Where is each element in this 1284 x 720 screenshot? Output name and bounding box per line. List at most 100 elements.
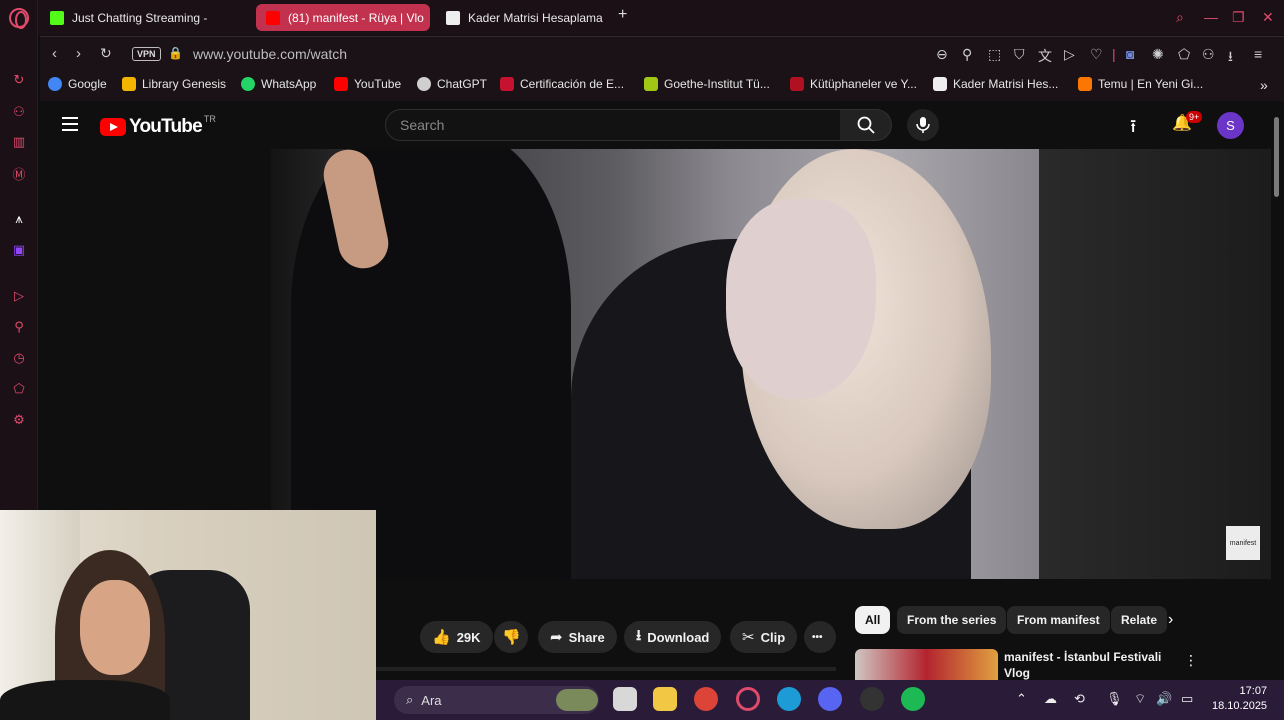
discord-ext-icon[interactable]: ◙ [1126,46,1134,62]
bookmark-kutuphaneler[interactable]: Kütüphaneler ve Y... [790,77,917,91]
player-icon[interactable]: ▷ [11,288,27,304]
file-explorer-icon[interactable] [653,687,677,711]
pin-page-icon[interactable]: ⚲ [962,46,972,63]
bookmark-goethe[interactable]: Goethe-Institut Tü... [644,77,770,91]
aria-icon[interactable]: ↻ [11,72,27,88]
voice-search-button[interactable] [907,109,939,141]
tulip-icon [790,77,804,91]
goethe-icon [644,77,658,91]
bookmark-whatsapp[interactable]: WhatsApp [241,77,316,91]
messenger-icon[interactable]: Ⓜ [11,165,27,182]
history-icon[interactable]: ◷ [11,350,27,366]
search-button[interactable] [840,109,892,141]
taskbar-clock[interactable]: 17:07 18.10.2025 [1212,684,1267,714]
chip-related[interactable]: Relate [1111,606,1168,634]
crypto-wallet-icon[interactable]: ⚇ [11,104,27,120]
search-icon [857,116,875,134]
ai-tool-icon[interactable]: ⩚ [11,211,27,227]
zoom-out-icon[interactable]: ⊖ [936,46,948,63]
search-input[interactable]: Search [385,109,841,141]
profile-icon[interactable]: ⚇ [1202,46,1215,63]
microphone-icon [916,117,930,133]
forward-icon[interactable]: › [76,45,81,62]
shield-icon[interactable]: ⛉ [1014,46,1025,63]
recommendation-title[interactable]: manifest - İstanbul Festivali Vlog [1004,649,1179,680]
video-player[interactable] [271,149,1039,579]
translate-icon[interactable]: 文 [1038,46,1052,66]
extensions-puzzle-icon[interactable]: ⬠ [1178,46,1190,63]
edge-icon[interactable] [777,687,801,711]
opera-taskbar-icon[interactable] [736,687,760,711]
bookmark-library-genesis[interactable]: Library Genesis [122,77,226,91]
reload-icon[interactable]: ↻ [100,45,112,62]
wifi-icon[interactable]: ⌔ [1134,691,1146,707]
twitch-icon[interactable]: ▣ [11,242,27,258]
page-scrollbar[interactable] [1274,117,1279,197]
restore-icon[interactable]: ❐ [1232,9,1245,26]
opera-logo-icon[interactable] [9,8,29,29]
bookmarks-overflow-icon[interactable]: » [1260,77,1268,93]
send-icon[interactable]: ▷ [1064,46,1075,63]
chip-from-manifest[interactable]: From manifest [1007,606,1110,634]
search-highlight-icon[interactable] [556,689,598,711]
bookmark-temu[interactable]: Temu | En Yeni Gi... [1078,77,1203,91]
more-actions-button[interactable]: ••• [804,621,836,653]
volume-icon[interactable]: 🔊 [1156,691,1172,707]
vpn-badge[interactable]: VPN [132,47,161,61]
chatgpt-ext-icon[interactable]: ✺ [1152,46,1164,63]
search-tabs-icon[interactable]: ⌕ [1176,9,1184,26]
clip-button[interactable]: ✂ Clip [730,621,798,653]
like-button[interactable]: 👍 29K [420,621,493,653]
task-view-icon[interactable] [613,687,637,711]
new-tab-button[interactable]: + [618,6,627,24]
dislike-button[interactable]: 👎 [494,621,528,653]
game-app-icon[interactable] [860,687,884,711]
recommendation-thumbnail[interactable] [855,649,998,680]
bookmark-youtube[interactable]: YouTube [334,77,401,91]
tab-youtube-manifest[interactable]: (81) manifest - Rüya | Vlo [256,4,430,31]
bookmark-google[interactable]: Google [48,77,107,91]
chrome-icon[interactable] [694,687,718,711]
sync-icon[interactable]: ⟲ [1074,691,1085,707]
recommendation-menu-icon[interactable]: ⋮ [1184,652,1198,669]
download-button[interactable]: ⭳ Download [624,621,722,653]
download-icon[interactable]: ⭳ [1228,46,1233,70]
speed-dial-icon[interactable]: ▥ [11,134,27,150]
hamburger-menu-icon[interactable] [62,117,78,131]
notification-badge: 9+ [1186,111,1203,123]
pin-icon[interactable]: ⚲ [11,319,27,335]
chatgpt-icon [417,77,431,91]
tab-kader-matrisi[interactable]: Kader Matrisi Hesaplama [436,4,636,31]
menu-icon[interactable]: ≡ [1254,46,1262,62]
settings-icon[interactable]: ⚙ [11,412,27,428]
close-icon[interactable]: ✕ [1262,9,1274,26]
webcam-overlay [0,510,376,720]
spotify-icon[interactable] [901,687,925,711]
onedrive-icon[interactable]: ☁ [1044,691,1057,707]
heart-icon[interactable]: ♡ [1090,46,1103,63]
youtube-logo[interactable]: YouTube TR [100,114,216,138]
url-field[interactable]: www.youtube.com/watch [193,46,347,62]
kick-icon [50,10,64,25]
minimize-icon[interactable]: — [1204,9,1218,25]
chip-all[interactable]: All [855,606,891,634]
lock-icon[interactable]: 🔒 [168,46,183,60]
share-button[interactable]: ➦ Share [538,621,617,653]
chip-from-series[interactable]: From the series [897,606,1007,634]
snapshot-icon[interactable]: ⬚ [988,46,1001,63]
tray-overflow-icon[interactable]: ⌃ [1016,691,1027,707]
account-avatar[interactable]: S [1217,112,1244,139]
back-icon[interactable]: ‹ [52,45,57,62]
extensions-icon[interactable]: ⬠ [11,381,27,397]
bookmark-kader-matrisi[interactable]: Kader Matrisi Hes... [933,77,1058,91]
tab-just-chatting[interactable]: Just Chatting Streaming - [40,4,248,31]
create-upload-icon[interactable]: ⭱ [1130,114,1136,144]
microphone-icon[interactable]: 🎙 [1106,691,1123,707]
bookmark-certificacion[interactable]: Certificación de E... [500,77,624,91]
chevron-right-icon[interactable]: › [1168,611,1173,629]
discord-icon[interactable] [818,687,842,711]
bookmark-chatgpt[interactable]: ChatGPT [417,77,487,91]
video-frame-face [726,199,876,399]
channel-watermark[interactable]: manifest [1226,526,1260,560]
battery-icon[interactable]: ▭ [1181,691,1193,707]
